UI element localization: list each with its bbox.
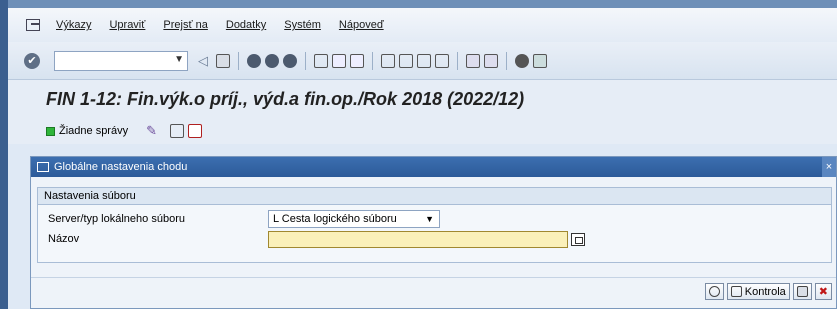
toolbar-separator: [506, 51, 507, 70]
cancel-icon[interactable]: [283, 53, 297, 68]
menu-system[interactable]: Systém: [284, 19, 321, 31]
prev-page-icon[interactable]: [399, 53, 413, 68]
page-title: FIN 1-12: Fin.výk.o príj., výd.a fin.op.…: [46, 88, 525, 109]
server-select-value: L Cesta logického súboru: [273, 213, 397, 225]
find-icon[interactable]: [332, 53, 346, 68]
wand-icon[interactable]: ✎: [146, 124, 160, 138]
divider: [31, 277, 836, 278]
system-menu-icon[interactable]: [26, 19, 40, 31]
file-settings-group: Nastavenia súboru Server/typ lokálneho s…: [37, 187, 832, 263]
name-input[interactable]: [268, 230, 568, 248]
nav-back-icon[interactable]: [247, 53, 261, 68]
save-icon[interactable]: [216, 53, 230, 68]
dialog-title-bar: Globálne nastavenia chodu: [31, 157, 836, 177]
menu-vykazy[interactable]: Výkazy: [56, 19, 91, 31]
last-page-icon[interactable]: [435, 53, 449, 68]
help-icon[interactable]: [515, 53, 529, 68]
layout-icon[interactable]: [533, 53, 547, 68]
window-frame-top: [0, 0, 837, 8]
execute-icon: [708, 286, 720, 297]
find-next-icon[interactable]: [350, 53, 364, 68]
toolbar-separator: [372, 51, 373, 70]
server-select[interactable]: L Cesta logického súboru ▼: [268, 210, 440, 228]
export-icon[interactable]: [170, 124, 185, 138]
status-green-icon: [46, 126, 55, 136]
check-label: Kontrola: [744, 285, 786, 298]
application-toolbar: Žiadne správy ✎: [8, 118, 837, 144]
back-icon[interactable]: ◁: [198, 53, 212, 68]
pdf-icon[interactable]: [188, 124, 203, 138]
print-icon[interactable]: [314, 53, 328, 68]
group-title: Nastavenia súboru: [38, 188, 831, 205]
dialog-title: Globálne nastavenia chodu: [54, 161, 188, 173]
server-label: Server/typ lokálneho súboru: [48, 213, 185, 225]
title-bar: FIN 1-12: Fin.výk.o príj., výd.a fin.op.…: [8, 80, 837, 118]
name-label: Názov: [48, 233, 80, 245]
window-frame-left: [0, 0, 8, 309]
global-settings-dialog: Globálne nastavenia chodu × Nastavenia s…: [30, 156, 837, 309]
chevron-down-icon[interactable]: ▼: [425, 214, 434, 224]
value-help-icon[interactable]: [571, 232, 585, 246]
cancel-icon: ✖: [818, 286, 828, 298]
shortcut-icon[interactable]: [484, 53, 498, 68]
save-icon: [796, 286, 808, 297]
save-button[interactable]: [792, 283, 812, 300]
command-field[interactable]: ▼: [54, 50, 188, 71]
no-messages-button[interactable]: Žiadne správy: [59, 125, 128, 137]
check-button[interactable]: Kontrola: [726, 283, 790, 300]
exit-icon[interactable]: [265, 53, 279, 68]
toolbar-separator: [305, 51, 306, 70]
menu-napoved[interactable]: Nápoveď: [339, 19, 384, 31]
check-icon: [730, 286, 742, 297]
menu-prejst-na[interactable]: Prejsť na: [163, 19, 207, 31]
standard-toolbar: ✔ ▼ ◁: [8, 42, 837, 80]
enter-icon[interactable]: ✔: [24, 52, 40, 69]
command-input[interactable]: [55, 51, 165, 70]
new-session-icon[interactable]: [466, 53, 480, 68]
dialog-icon: [37, 162, 49, 172]
menu-dodatky[interactable]: Dodatky: [226, 19, 266, 31]
next-page-icon[interactable]: [417, 53, 431, 68]
dialog-footer: Kontrola ✖: [704, 283, 832, 300]
cancel-button[interactable]: ✖: [814, 283, 832, 300]
execute-button[interactable]: [704, 283, 724, 300]
chevron-down-icon[interactable]: ▼: [174, 54, 184, 65]
menu-bar: Výkazy Upraviť Prejsť na Dodatky Systém …: [8, 8, 837, 42]
toolbar-separator: [238, 51, 239, 70]
first-page-icon[interactable]: [381, 53, 395, 68]
menu-upravit[interactable]: Upraviť: [109, 19, 145, 31]
close-icon[interactable]: ×: [822, 157, 836, 177]
server-row: Server/typ lokálneho súboru L Cesta logi…: [48, 210, 440, 228]
toolbar-separator: [457, 51, 458, 70]
name-row: Názov: [48, 230, 585, 248]
